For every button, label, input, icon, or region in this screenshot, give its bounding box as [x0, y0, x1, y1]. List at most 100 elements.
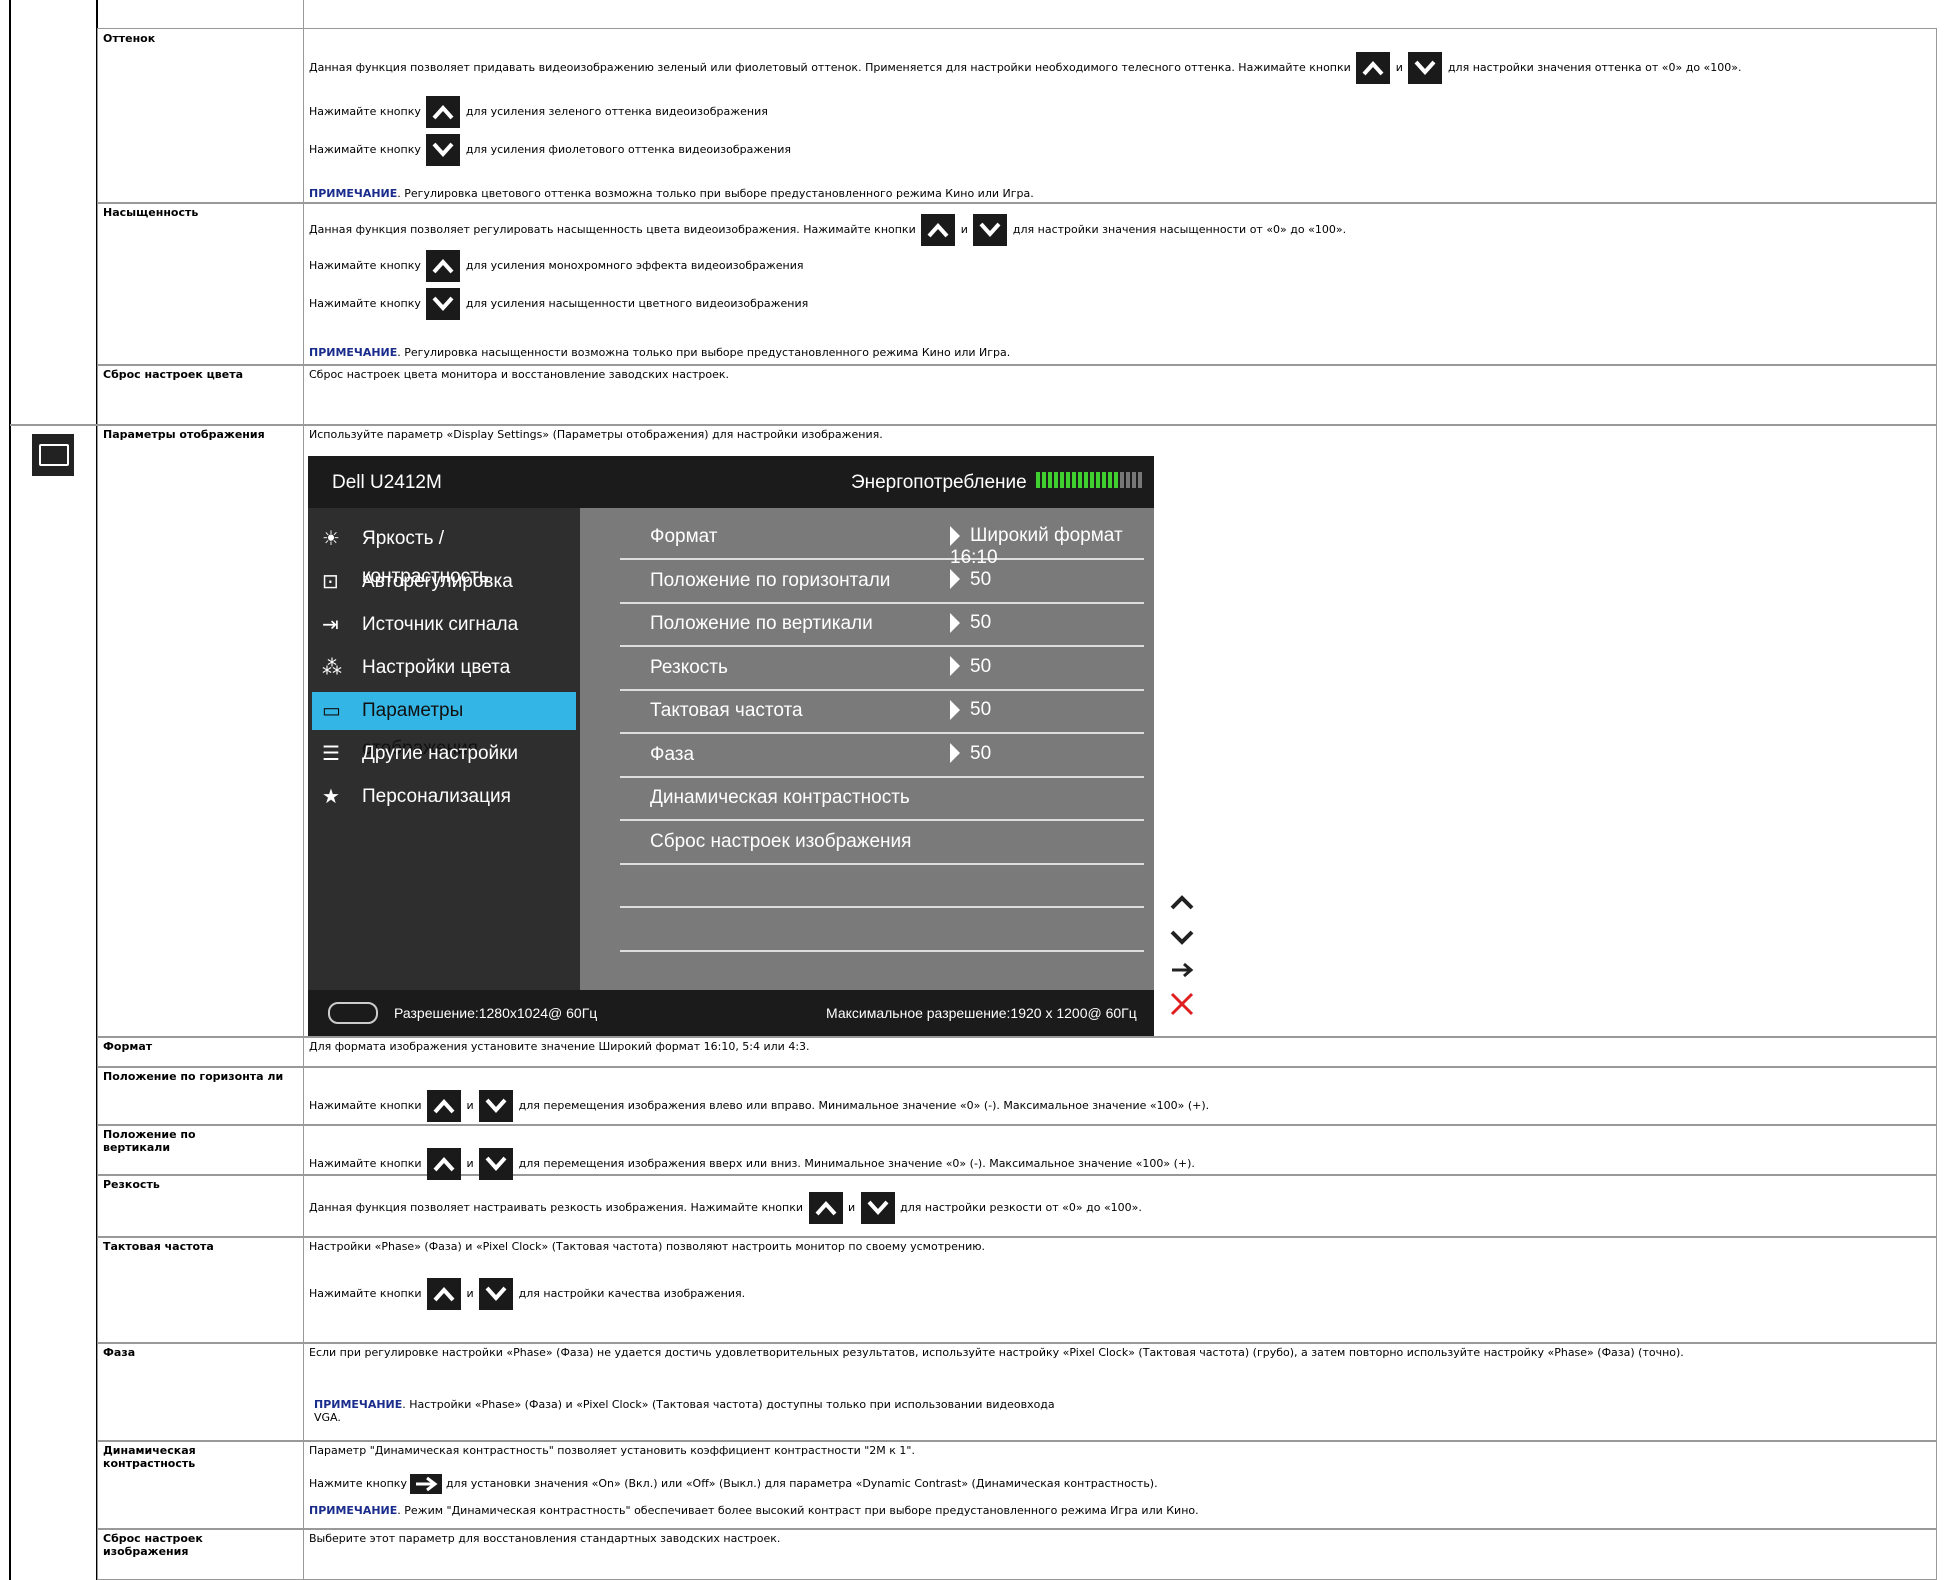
- osd-menu-screenshot: Dell U2412M Энергопотребление ☀ Яркость /…: [308, 456, 1154, 1036]
- power-bar-segment: [1048, 472, 1052, 488]
- down-button-icon: [479, 1090, 514, 1122]
- row-divider: [97, 1036, 1937, 1038]
- divider: [303, 0, 304, 30]
- dyn-contrast-description: Параметр "Динамическая контрастность" по…: [309, 1444, 915, 1457]
- osd-menu-item[interactable]: ☀ Яркость / контрастность: [312, 520, 576, 587]
- chevron-right-icon: [950, 569, 960, 590]
- table-col-divider: [303, 28, 304, 1580]
- down-button-icon: [479, 1278, 514, 1310]
- osd-submenu-item[interactable]: Фаза 50: [620, 732, 1144, 778]
- power-bar-segment: [1120, 472, 1124, 488]
- up-button-icon: [921, 214, 956, 246]
- osd-submenu-item[interactable]: Положение по вертикали 50: [620, 601, 1144, 647]
- osd-submenu-item[interactable]: Резкость 50: [620, 645, 1144, 691]
- row-divider: [97, 1236, 1937, 1238]
- osd-submenu-value-wrap: 50: [950, 656, 991, 678]
- auto-adjust-icon: ⊡: [322, 571, 339, 593]
- power-bar-segment: [1090, 472, 1094, 488]
- row-label-display-settings: Параметры отображения: [103, 428, 265, 441]
- row-label-format: Формат: [103, 1040, 153, 1053]
- power-bar-segment: [1138, 472, 1142, 488]
- osd-max-resolution: Максимальное разрешение:1920 x 1200@ 60Г…: [826, 1005, 1137, 1021]
- clock-description: Настройки «Phase» (Фаза) и «Pixel Clock»…: [309, 1240, 985, 1253]
- chevron-right-icon: [950, 699, 960, 720]
- osd-menu-item[interactable]: ★ Персонализация: [312, 778, 576, 816]
- osd-submenu-value: 50: [970, 699, 992, 720]
- row-divider: [97, 202, 1937, 204]
- hue-note: ПРИМЕЧАНИЕ. Регулировка цветового оттенк…: [309, 187, 1034, 200]
- input-source-icon: ⇥: [322, 614, 339, 636]
- row-label-sharpness: Резкость: [103, 1178, 160, 1191]
- row-label-hue: Оттенок: [103, 32, 156, 45]
- osd-submenu-value: 50: [970, 612, 992, 633]
- osd-menu-item[interactable]: ⁂ Настройки цвета: [312, 649, 576, 687]
- row-label-phase: Фаза: [103, 1346, 136, 1359]
- osd-submenu-item[interactable]: Положение по горизонтали 50: [620, 558, 1144, 604]
- up-button-icon: [426, 1148, 461, 1180]
- clock-buttons-line: Нажимайте кнопки и для настройки качеств…: [309, 1278, 745, 1310]
- osd-submenu-value-wrap: 50: [950, 612, 991, 634]
- osd-submenu-label: Положение по горизонтали: [650, 569, 891, 591]
- osd-menu-item[interactable]: ⇥ Источник сигнала: [312, 606, 576, 644]
- power-bar-segment: [1084, 472, 1088, 488]
- power-bar-segment: [1066, 472, 1070, 488]
- power-meter: [1036, 472, 1144, 494]
- hue-down-line: Нажимайте кнопку для усиления фиолетовог…: [309, 134, 791, 166]
- osd-submenu-label: Динамическая контрастность: [650, 787, 910, 808]
- osd-menu-item[interactable]: ⊡ Авторегулировка: [312, 563, 576, 601]
- osd-menu-item-label: Источник сигнала: [362, 614, 519, 635]
- row-label-dynamic-contrast: Динамическая контрастность: [103, 1444, 196, 1470]
- down-button-icon: [426, 288, 461, 320]
- osd-submenu-value-wrap: 50: [950, 743, 991, 765]
- power-bar-segment: [1072, 472, 1076, 488]
- osd-submenu-item[interactable]: Сброс настроек изображения: [620, 819, 1144, 865]
- down-button-icon: [860, 1192, 895, 1224]
- osd-submenu-label: Фаза: [650, 743, 695, 765]
- osd-submenu-item: [620, 862, 1144, 908]
- osd-menu-item-label: Другие настройки: [362, 743, 519, 764]
- phase-note: ПРИМЕЧАНИЕ. Настройки «Phase» (Фаза) и «…: [314, 1398, 1055, 1424]
- down-button-icon: [973, 214, 1008, 246]
- row-divider: [97, 1066, 1937, 1068]
- osd-menu-item[interactable]: ☰ Другие настройки: [312, 735, 576, 773]
- row-label-image-reset: Сброс настроек изображения: [103, 1532, 203, 1558]
- power-bar-segment: [1132, 472, 1136, 488]
- osd-submenu-value: 50: [970, 655, 992, 677]
- row-label-hpos: Положение по горизонта ли: [103, 1070, 284, 1083]
- osd-menu-item-label: Настройки цвета: [362, 657, 511, 678]
- chevron-right-icon: [950, 656, 960, 677]
- down-button-icon: [1408, 52, 1443, 84]
- row-divider: [97, 1124, 1937, 1126]
- osd-menu-item-label: Авторегулировка: [362, 571, 513, 592]
- chevron-right-icon: [950, 743, 960, 764]
- hpos-description: Нажимайте кнопки и для перемещения изобр…: [309, 1090, 1209, 1122]
- enter-arrow-icon: [410, 1474, 443, 1494]
- display-settings-icon: ▭: [322, 700, 341, 722]
- saturation-description: Данная функция позволяет регулировать на…: [309, 214, 1346, 246]
- power-bar-segment: [1078, 472, 1082, 488]
- sharpness-description: Данная функция позволяет настраивать рез…: [309, 1192, 1142, 1224]
- vpos-description: Нажимайте кнопки и для перемещения изобр…: [309, 1148, 1195, 1180]
- up-button-icon: [1356, 52, 1391, 84]
- osd-submenu-item[interactable]: Тактовая частота 50: [620, 688, 1144, 734]
- row-label-clock: Тактовая частота: [103, 1240, 214, 1253]
- osd-submenu-item[interactable]: Формат Широкий формат 16:10: [620, 514, 1144, 568]
- power-bar-segment: [1060, 472, 1064, 488]
- chevron-right-icon: [950, 525, 960, 546]
- saturation-note: ПРИМЕЧАНИЕ. Регулировка насыщенности воз…: [309, 346, 1011, 359]
- up-button-icon: [426, 96, 461, 128]
- osd-model-title: Dell U2412M: [332, 472, 442, 493]
- osd-submenu-value-wrap: 50: [950, 699, 991, 721]
- row-divider: [10, 424, 1937, 426]
- dyn-contrast-note: ПРИМЕЧАНИЕ. Режим "Динамическая контраст…: [309, 1504, 1199, 1517]
- saturation-up-line: Нажимайте кнопку для усиления монохромно…: [309, 250, 803, 282]
- power-bar-segment: [1042, 472, 1046, 488]
- display-settings-icon: [32, 434, 74, 476]
- osd-power-indicator: Энергопотребление: [851, 472, 1144, 494]
- row-label-saturation: Насыщенность: [103, 206, 199, 219]
- row-divider: [97, 1342, 1937, 1344]
- row-divider: [97, 1528, 1937, 1530]
- osd-submenu-item[interactable]: Динамическая контрастность: [620, 775, 1144, 821]
- osd-menu-item[interactable]: ▭ Параметры отображения: [312, 692, 576, 759]
- down-button-icon: [479, 1148, 514, 1180]
